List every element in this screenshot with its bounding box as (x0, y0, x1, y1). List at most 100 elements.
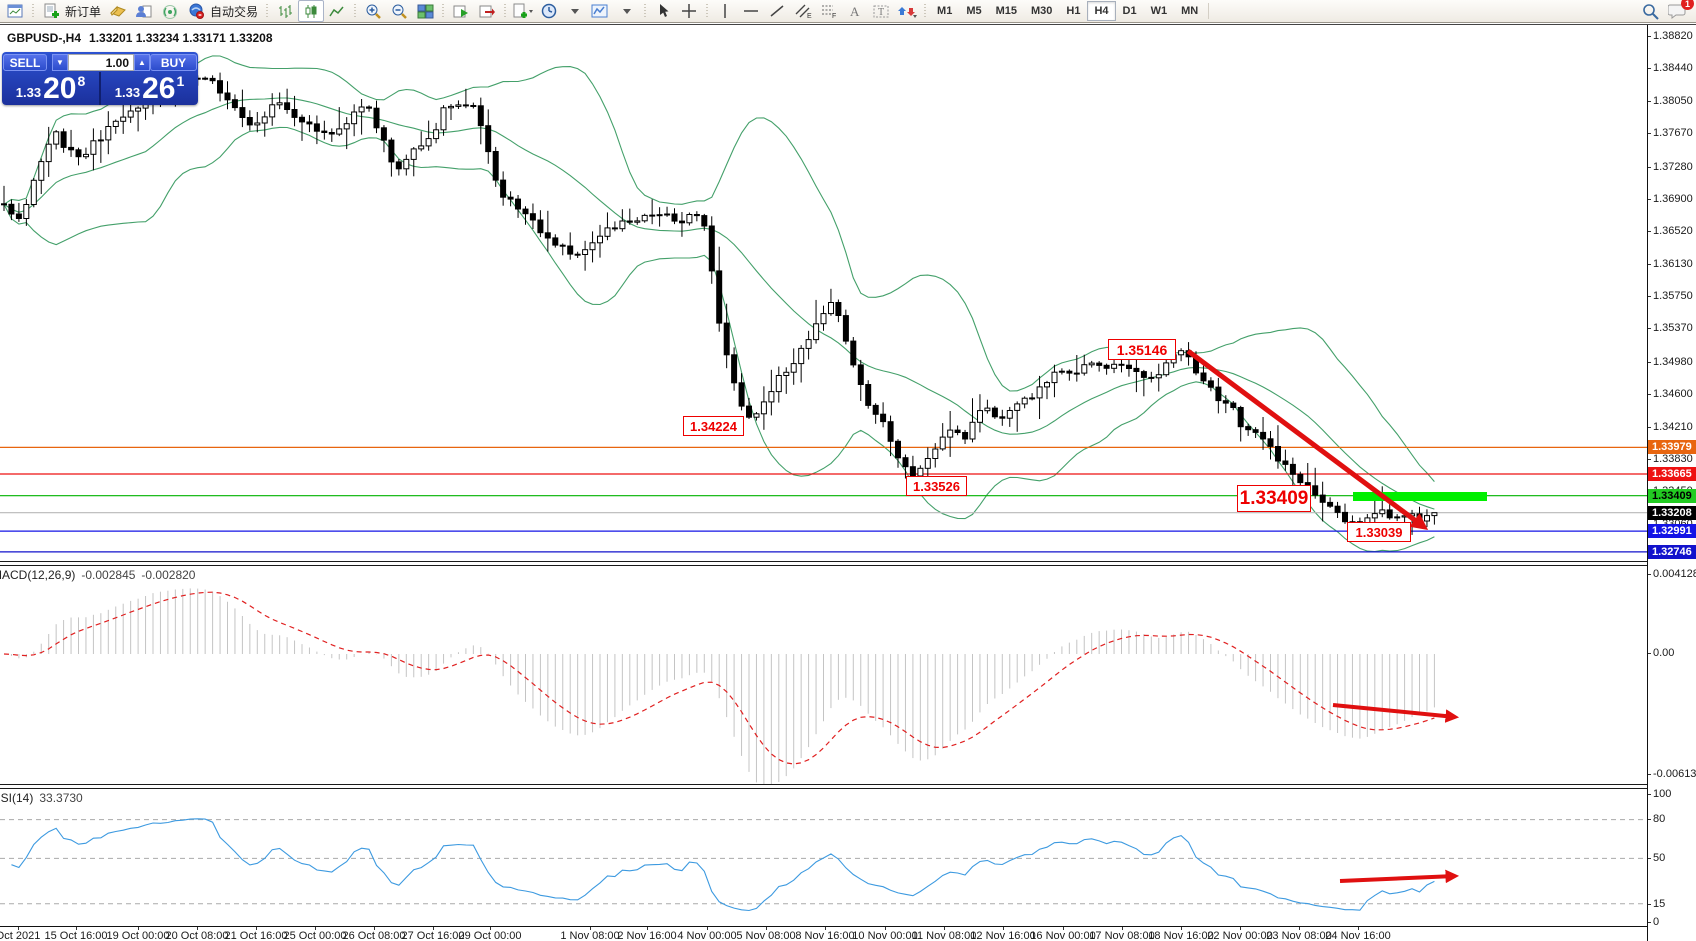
price-chart-canvas[interactable] (0, 25, 1647, 561)
macd-pane[interactable]: MACD(12,26,9)-0.002845-0.002820 (0, 566, 1647, 784)
rsi-axis-label: 50 (1653, 852, 1665, 864)
toolbar: 新订单 自动交易 (0, 0, 1696, 23)
price-tick-label: 1.37670 (1653, 127, 1693, 139)
price-tick-label: 1.38820 (1653, 30, 1693, 42)
pane-splitter[interactable] (0, 784, 1696, 789)
macd-axis-label: 0.00 (1653, 647, 1674, 659)
profile-caret-icon[interactable] (614, 0, 640, 22)
search-icon[interactable] (1638, 0, 1664, 22)
svg-text:T: T (878, 7, 884, 18)
profiles-dropdown-icon[interactable] (562, 0, 588, 22)
price-tick-label: 1.35750 (1653, 290, 1693, 302)
trend-arrow[interactable] (1333, 705, 1455, 717)
bid-price-display[interactable]: 1.33 20 8 (2, 72, 99, 105)
text-tool-icon[interactable]: A (842, 0, 868, 22)
time-axis-label: 2 Nov 16:00 (617, 930, 676, 941)
price-tick-label: 1.38050 (1653, 95, 1693, 107)
svg-text:A: A (850, 4, 860, 19)
horizontal-line-tool-icon[interactable] (738, 0, 764, 22)
new-chart-icon[interactable] (510, 0, 536, 22)
time-axis-label: 10 Nov 00:00 (852, 930, 917, 941)
macd-canvas[interactable] (0, 566, 1647, 784)
trendline-tool-icon[interactable] (764, 0, 790, 22)
zoom-in-icon[interactable] (360, 0, 386, 22)
volume-increase-button[interactable]: ▲ (134, 54, 150, 71)
time-axis-label: 18 Nov 16:00 (1148, 930, 1213, 941)
fibonacci-tool-icon[interactable]: F (816, 0, 842, 22)
pane-splitter[interactable] (0, 561, 1696, 566)
buy-button[interactable]: BUY (150, 54, 197, 71)
new-order-icon[interactable] (38, 0, 64, 22)
trend-arrow[interactable] (1340, 876, 1455, 881)
time-axis-label: 21 Oct 16:00 (225, 930, 288, 941)
time-axis-label: Oct 2021 (0, 930, 40, 941)
tf-m1-button[interactable]: M1 (930, 1, 959, 21)
tf-d1-button[interactable]: D1 (1116, 1, 1144, 21)
rsi-axis-label: 15 (1653, 898, 1665, 910)
text-label-tool-icon[interactable]: T (868, 0, 894, 22)
auto-arrange-icon[interactable] (448, 0, 474, 22)
line-chart-icon[interactable] (324, 0, 350, 22)
bid-pip-digit: 8 (77, 73, 85, 89)
arrows-tool-icon[interactable] (894, 0, 920, 22)
cursor-tool-icon[interactable] (650, 0, 676, 22)
sell-button[interactable]: SELL (3, 54, 47, 71)
bar-chart-icon[interactable] (272, 0, 298, 22)
one-click-trading-panel: SELL ▼ ▲ BUY 1.33 20 8 1.33 (2, 52, 198, 105)
support-zone-bar[interactable] (1353, 492, 1487, 501)
macd-label: MACD(12,26,9)-0.002845-0.002820 (0, 568, 195, 582)
time-axis-label: 17 Nov 08:00 (1089, 930, 1154, 941)
volume-decrease-button[interactable]: ▼ (52, 54, 68, 71)
volume-input[interactable] (68, 54, 134, 71)
bid-prefix: 1.33 (16, 85, 41, 100)
zoom-out-icon[interactable] (386, 0, 412, 22)
channel-tool-icon[interactable]: E (790, 0, 816, 22)
price-tick-label: 1.34980 (1653, 356, 1693, 368)
time-axis-label: 29 Oct 00:00 (459, 930, 522, 941)
period-clock-icon[interactable] (536, 0, 562, 22)
chart-window-icon[interactable] (2, 0, 28, 22)
main-chart-pane[interactable]: GBPUSD-,H41.33201 1.33234 1.33171 1.3320… (0, 25, 1647, 561)
time-axis-label: 22 Nov 00:00 (1207, 930, 1272, 941)
notifications-chat-icon[interactable]: 1 (1664, 0, 1690, 22)
tf-m5-button[interactable]: M5 (959, 1, 988, 21)
time-axis-label: 20 Oct 08:00 (166, 930, 229, 941)
chart-profile-icon[interactable] (588, 0, 614, 22)
ask-price-display[interactable]: 1.33 26 1 (99, 72, 198, 105)
new-order-label[interactable]: 新订单 (65, 3, 101, 20)
tf-h4-button[interactable]: H4 (1087, 1, 1115, 21)
symbol-period-label: GBPUSD-,H4 (7, 31, 81, 45)
time-axis-label: 27 Oct 16:00 (402, 930, 465, 941)
time-axis[interactable]: Oct 202115 Oct 16:0019 Oct 00:0020 Oct 0… (0, 926, 1647, 941)
price-annotation-label[interactable]: 1.34224 (683, 416, 744, 436)
price-annotation-label[interactable]: 1.35146 (1108, 339, 1176, 360)
account-icon[interactable] (131, 0, 157, 22)
history-book-icon[interactable] (105, 0, 131, 22)
auto-trading-label[interactable]: 自动交易 (210, 3, 258, 20)
bollinger-lower-band[interactable] (4, 127, 1434, 551)
rsi-pane[interactable]: RSI(14)33.3730 (0, 789, 1647, 926)
price-tick-label: 1.38440 (1653, 62, 1693, 74)
price-axis[interactable]: 1.388201.384401.380501.376701.372801.369… (1647, 25, 1696, 941)
chart-shift-icon[interactable] (474, 0, 500, 22)
tf-mn-button[interactable]: MN (1174, 1, 1205, 21)
tf-m30-button[interactable]: M30 (1024, 1, 1059, 21)
price-level-badge: 1.33208 (1648, 506, 1696, 520)
rsi-axis-label: 0 (1653, 916, 1659, 928)
tf-h1-button[interactable]: H1 (1059, 1, 1087, 21)
price-annotation-label[interactable]: 1.33039 (1347, 522, 1411, 542)
price-annotation-label[interactable]: 1.33526 (906, 476, 967, 496)
candlestick-chart-icon[interactable] (298, 0, 324, 22)
candles (2, 70, 1437, 542)
signal-icon[interactable] (157, 0, 183, 22)
rsi-canvas[interactable] (0, 789, 1647, 926)
tf-w1-button[interactable]: W1 (1144, 1, 1175, 21)
ask-big-digits: 26 (142, 75, 175, 103)
vertical-line-tool-icon[interactable] (712, 0, 738, 22)
tf-m15-button[interactable]: M15 (989, 1, 1024, 21)
tile-windows-icon[interactable] (412, 0, 438, 22)
time-axis-label: 4 Nov 00:00 (677, 930, 736, 941)
auto-trading-icon[interactable] (183, 0, 209, 22)
price-annotation-label[interactable]: 1.33409 (1237, 485, 1311, 512)
crosshair-tool-icon[interactable] (676, 0, 702, 22)
